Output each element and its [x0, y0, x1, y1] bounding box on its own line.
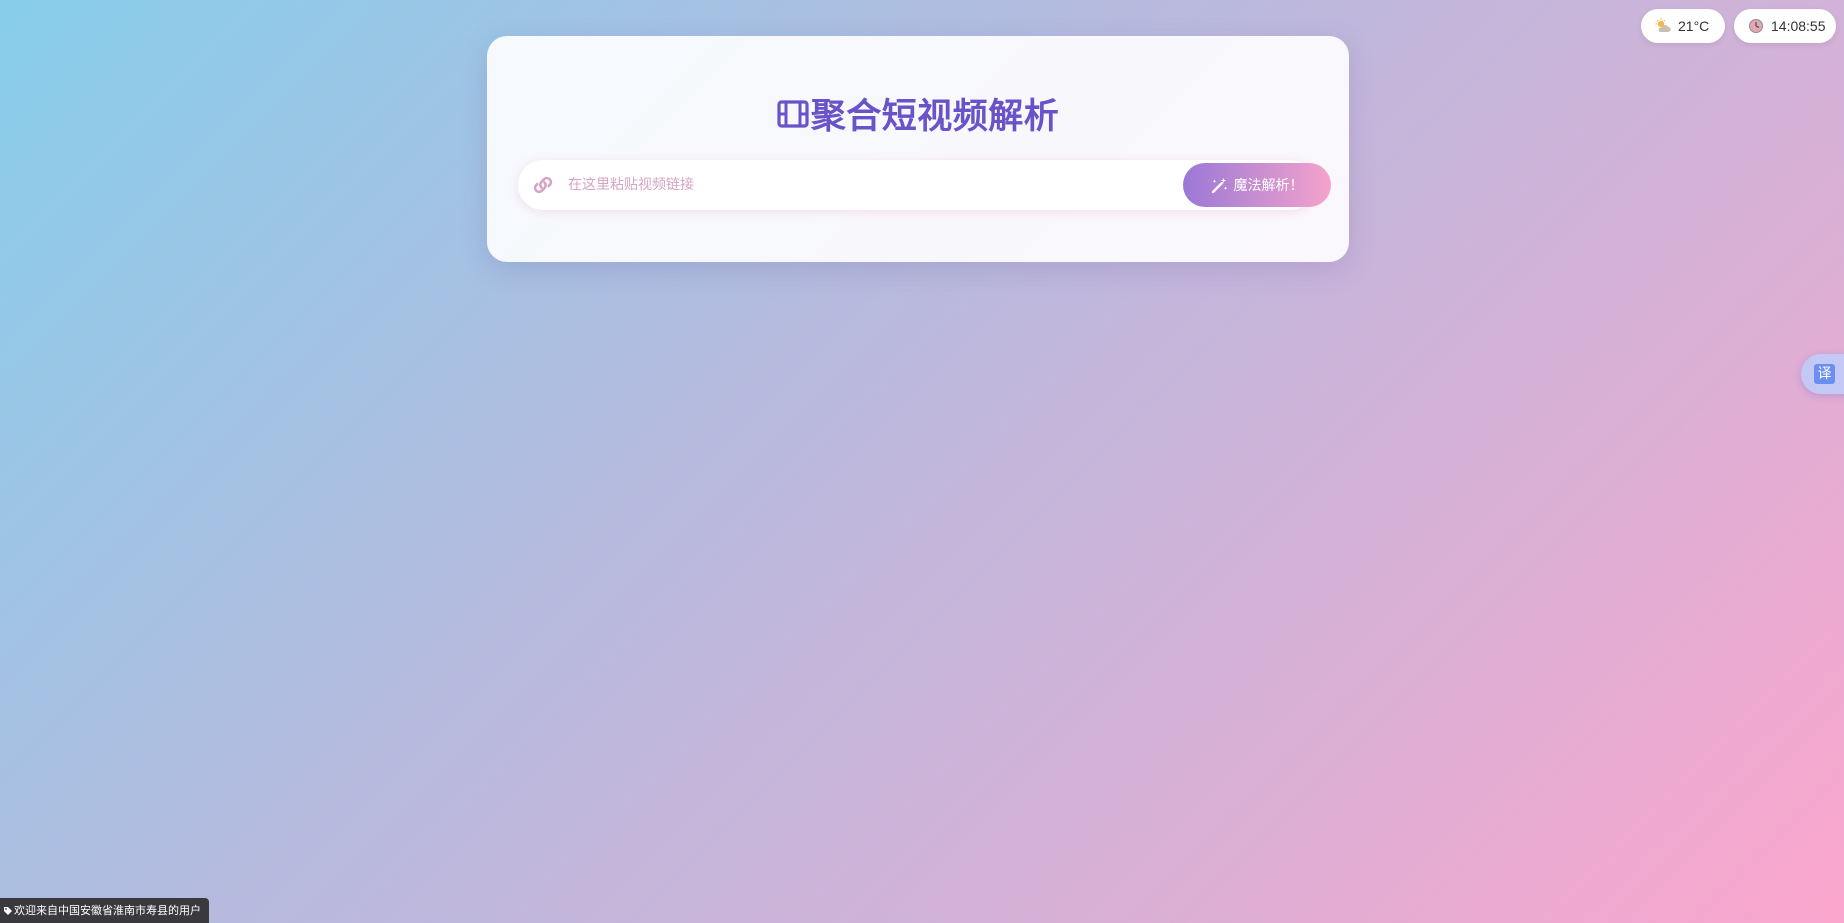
translate-button[interactable]: 译: [1801, 354, 1844, 394]
clock-icon: [1749, 19, 1763, 33]
title-text: 聚合短视频解析: [810, 97, 1060, 137]
welcome-text: 欢迎来自中国安徽省淮南市寿县的用户: [14, 904, 201, 917]
link-icon: [533, 176, 553, 194]
weather-widget: 21°C: [1641, 9, 1725, 43]
parse-button-label: 魔法解析！: [1233, 178, 1304, 194]
page-title: 聚合短视频解析: [487, 88, 1349, 139]
translate-icon: 译: [1814, 364, 1835, 384]
cloud-sun-icon: [1655, 18, 1671, 32]
temperature-text: 21°C: [1678, 18, 1710, 34]
video-url-input[interactable]: [568, 169, 1168, 201]
welcome-banner: 欢迎来自中国安徽省淮南市寿县的用户: [0, 898, 209, 923]
clock-widget: 14:08:55: [1734, 9, 1836, 43]
tag-icon: [4, 906, 12, 915]
film-icon: [777, 99, 809, 128]
clock-time: 14:08:55: [1771, 18, 1826, 34]
parse-button[interactable]: 魔法解析！: [1183, 163, 1331, 207]
parser-card: 聚合短视频解析 魔法解析！: [487, 36, 1349, 262]
search-bar: 魔法解析！: [518, 160, 1331, 210]
magic-wand-icon: [1211, 177, 1227, 193]
